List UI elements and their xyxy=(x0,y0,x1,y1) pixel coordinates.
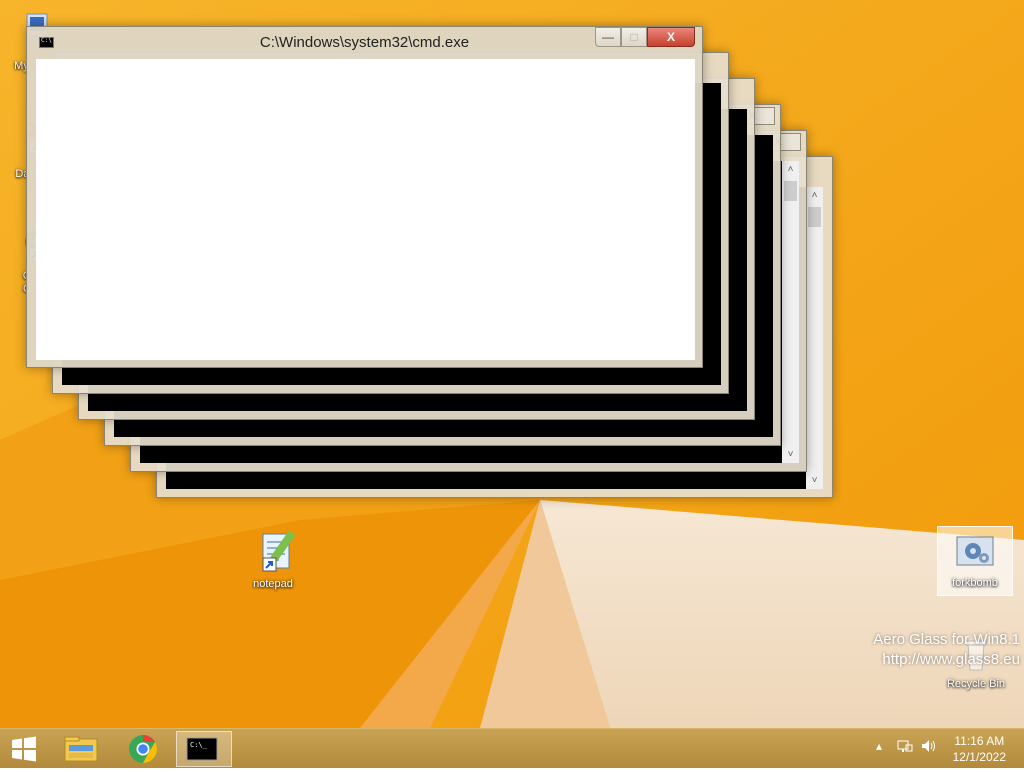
watermark-line-2: http://www.glass8.eu xyxy=(882,651,1020,668)
settings-batch-icon xyxy=(953,531,997,575)
volume-icon[interactable] xyxy=(920,738,938,757)
taskbar-cmd[interactable]: C:\_ xyxy=(176,731,232,767)
close-button[interactable]: X xyxy=(647,27,695,47)
scroll-thumb[interactable] xyxy=(784,181,797,201)
desktop-icon-label: forkbomb xyxy=(952,577,998,589)
watermark-line-1: Aero Glass for Win8.1 xyxy=(873,631,1020,648)
minimize-button[interactable]: — xyxy=(595,27,621,47)
maximize-button[interactable]: □ xyxy=(621,27,647,47)
scroll-up-arrow-icon[interactable]: ˄ xyxy=(782,161,799,178)
chrome-icon xyxy=(129,735,157,763)
show-hidden-icons-button[interactable]: ▴ xyxy=(876,739,882,753)
file-explorer-icon xyxy=(64,736,98,762)
clock-time: 11:16 AM xyxy=(954,734,1005,748)
scroll-down-arrow-icon[interactable]: ˅ xyxy=(782,446,799,463)
desktop-icon-notepad[interactable]: notepad xyxy=(234,528,312,591)
network-icon[interactable] xyxy=(896,738,914,757)
desktop: My C Data G C notepad forkbomb Recycle B… xyxy=(0,0,1024,728)
cmd-window-front[interactable]: C:\Windows\system32\cmd.exe — □ X xyxy=(26,26,703,368)
desktop-icon-forkbomb[interactable]: forkbomb xyxy=(937,526,1013,596)
start-icon xyxy=(12,736,36,762)
clock-date: 12/1/2022 xyxy=(952,750,1006,764)
start-button[interactable] xyxy=(4,731,44,767)
clock[interactable]: 11:16 AM 12/1/2022 xyxy=(953,733,1006,765)
desktop-icon-label: notepad xyxy=(253,578,293,590)
scroll-down-arrow-icon[interactable]: ˅ xyxy=(806,472,823,489)
taskbar: C:\_ ▴ 11:16 AM 12/1/2022 xyxy=(0,728,1024,768)
vertical-scrollbar[interactable]: ˄ ˅ xyxy=(782,161,799,463)
scroll-up-arrow-icon[interactable]: ˄ xyxy=(806,187,823,204)
aero-glass-watermark: Aero Glass for Win8.1 http://www.glass8.… xyxy=(873,630,1020,670)
taskbar-chrome[interactable] xyxy=(120,731,166,767)
svg-text:C:\_: C:\_ xyxy=(190,741,208,749)
scroll-thumb[interactable] xyxy=(808,207,821,227)
taskbar-file-explorer[interactable] xyxy=(58,731,104,767)
vertical-scrollbar[interactable]: ˄ ˅ xyxy=(806,187,823,489)
desktop-icon-label: Recycle Bin xyxy=(946,678,1006,690)
console-area[interactable] xyxy=(36,59,695,360)
cmd-icon: C:\_ xyxy=(186,737,218,761)
notepad-icon xyxy=(249,528,297,576)
title-bar[interactable]: C:\Windows\system32\cmd.exe — □ X xyxy=(27,27,702,57)
